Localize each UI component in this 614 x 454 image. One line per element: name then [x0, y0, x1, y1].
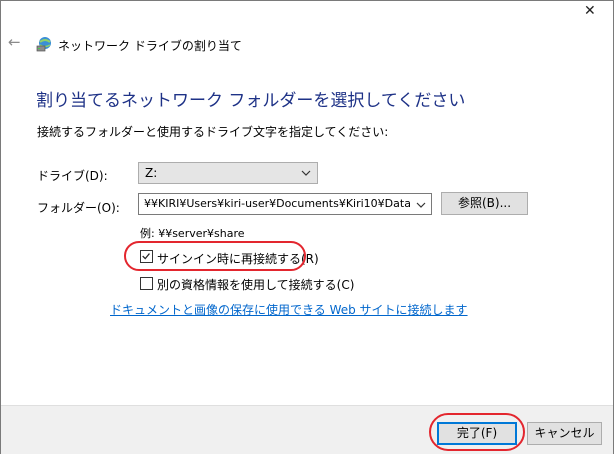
drive-select[interactable]: Z: — [138, 162, 318, 184]
back-arrow-icon[interactable]: ← — [8, 33, 26, 51]
dialog-window — [0, 0, 614, 454]
other-credentials-checkbox[interactable] — [140, 277, 153, 290]
instruction-text: 接続するフォルダーと使用するドライブ文字を指定してください: — [37, 125, 389, 139]
close-icon[interactable]: ✕ — [584, 4, 596, 18]
web-site-link[interactable]: ドキュメントと画像の保存に使用できる Web サイトに接続します — [110, 301, 468, 318]
page-heading: 割り当てるネットワーク フォルダーを選択してください — [36, 91, 466, 111]
highlight-ring-finish — [429, 413, 525, 451]
folder-label: フォルダー(O): — [37, 201, 120, 215]
other-credentials-label[interactable]: 別の資格情報を使用して接続する(C) — [157, 276, 354, 293]
chevron-down-icon[interactable] — [416, 200, 426, 210]
folder-input[interactable]: ¥¥KIRI¥Users¥kiri-user¥Documents¥Kiri10¥… — [138, 193, 432, 215]
window-title: ネットワーク ドライブの割り当て — [58, 39, 242, 53]
folder-input-value: ¥¥KIRI¥Users¥kiri-user¥Documents¥Kiri10¥… — [144, 197, 411, 210]
folder-example-text: 例: ¥¥server¥share — [140, 227, 245, 240]
drive-select-value: Z: — [145, 166, 158, 180]
network-drive-icon — [36, 37, 51, 52]
browse-button[interactable]: 参照(B)... — [441, 192, 528, 215]
cancel-button[interactable]: キャンセル — [527, 422, 602, 445]
drive-label: ドライブ(D): — [37, 169, 108, 183]
highlight-ring-reconnect — [124, 241, 306, 271]
chevron-down-icon — [301, 170, 311, 176]
